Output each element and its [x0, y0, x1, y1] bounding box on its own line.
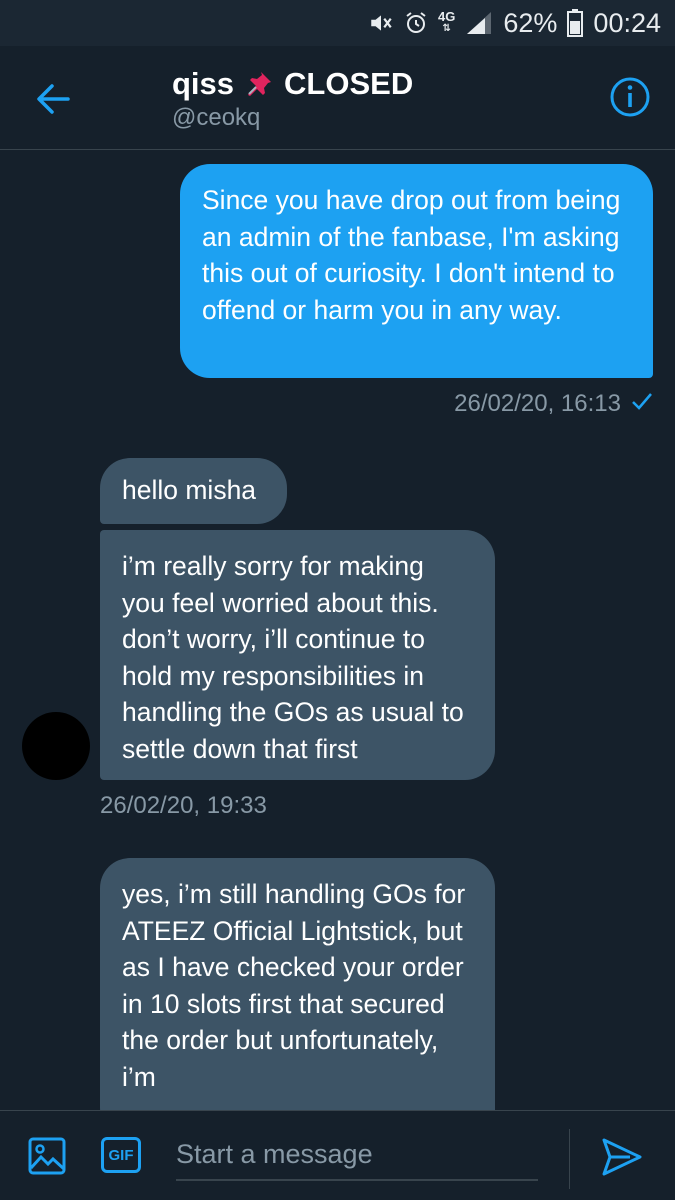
- clock: 00:24: [593, 7, 661, 38]
- image-icon[interactable]: [28, 1137, 66, 1175]
- contact-handle: @ceokq: [172, 104, 261, 131]
- gif-button[interactable]: GIF: [101, 1137, 141, 1173]
- conversation-header: qiss CLOSED @ceokq: [0, 46, 675, 150]
- checkmark-icon: [631, 390, 653, 418]
- network-type: 4G ⇅: [438, 9, 456, 34]
- battery-icon: [567, 9, 584, 37]
- conversation-title: qiss CLOSED: [172, 66, 413, 102]
- pushpin-icon: [244, 69, 274, 99]
- message-input[interactable]: [176, 1129, 538, 1181]
- signal-icon: [465, 10, 493, 36]
- sent-message-timestamp: 26/02/20, 16:13: [454, 390, 653, 418]
- compose-bar: GIF: [0, 1110, 675, 1200]
- received-message-bubble[interactable]: i’m really sorry for making you feel wor…: [100, 530, 495, 780]
- avatar[interactable]: [22, 712, 90, 780]
- mute-icon: [368, 10, 394, 36]
- contact-name: qiss: [172, 66, 235, 101]
- timestamp-text: 26/02/20, 16:13: [454, 390, 621, 417]
- alarm-icon: [404, 11, 428, 35]
- sent-message-bubble[interactable]: Since you have drop out from being an ad…: [180, 164, 653, 378]
- battery-percent: 62%: [503, 7, 558, 38]
- received-message-bubble[interactable]: hello misha: [100, 458, 287, 524]
- status-bar: 4G ⇅ 62% 00:24: [0, 0, 675, 46]
- back-arrow-icon[interactable]: [30, 76, 76, 122]
- contact-status-label: CLOSED: [284, 66, 414, 101]
- send-icon[interactable]: [600, 1135, 644, 1179]
- received-message-timestamp: 26/02/20, 19:33: [100, 792, 267, 819]
- divider: [569, 1129, 570, 1189]
- info-icon[interactable]: [609, 76, 651, 118]
- received-message-bubble[interactable]: yes, i’m still handling GOs for ATEEZ Of…: [100, 858, 495, 1138]
